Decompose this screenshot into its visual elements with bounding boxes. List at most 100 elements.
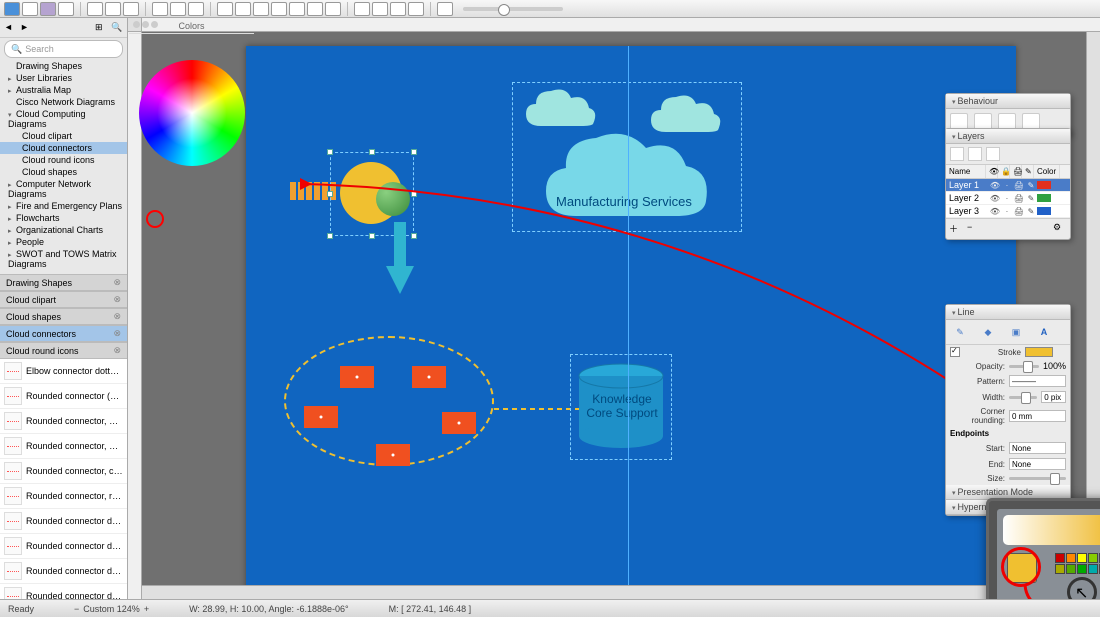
pattern-dropdown[interactable]: ——— bbox=[1009, 375, 1066, 387]
tool-btn[interactable] bbox=[390, 2, 406, 16]
stroke-color-swatch[interactable] bbox=[1025, 347, 1053, 357]
lib-header[interactable]: Drawing Shapes⊗ bbox=[0, 274, 127, 291]
zoom-out-icon[interactable]: − bbox=[74, 604, 79, 614]
width-slider[interactable] bbox=[1009, 396, 1037, 399]
shape-item[interactable]: Rounded connector dotted ... bbox=[0, 584, 127, 599]
tool-btn[interactable] bbox=[271, 2, 287, 16]
tree-item[interactable]: Flowcharts bbox=[0, 212, 127, 224]
start-dropdown[interactable]: None bbox=[1009, 442, 1066, 454]
grid-icon[interactable]: ⊞ bbox=[95, 22, 107, 34]
layer-row[interactable]: Layer 1👁·🖨✎ bbox=[946, 179, 1070, 192]
tool-btn[interactable] bbox=[87, 2, 103, 16]
add-layer-icon[interactable]: ＋ bbox=[949, 222, 963, 236]
process-node[interactable] bbox=[340, 366, 374, 388]
shape-item[interactable]: Rounded connector, circle ends bbox=[0, 459, 127, 484]
tree-item[interactable]: Cloud clipart bbox=[0, 130, 127, 142]
process-node[interactable] bbox=[304, 406, 338, 428]
width-value[interactable]: 0 pix bbox=[1041, 391, 1066, 403]
tool-btn[interactable] bbox=[217, 2, 233, 16]
layer-row[interactable]: Layer 2👁·🖨✎ bbox=[946, 192, 1070, 205]
remove-layer-icon[interactable]: − bbox=[967, 222, 981, 236]
library-tree[interactable]: Drawing ShapesUser LibrariesAustralia Ma… bbox=[0, 60, 127, 270]
zoom-slider[interactable] bbox=[463, 7, 563, 11]
layers-panel[interactable]: Layers Name 👁🔒🖨✎ Color Layer 1👁·🖨✎Layer … bbox=[945, 128, 1071, 240]
tree-item[interactable]: Drawing Shapes bbox=[0, 60, 127, 72]
layer-tool-icon[interactable] bbox=[950, 147, 964, 161]
tool-btn[interactable] bbox=[123, 2, 139, 16]
zoom-swatches[interactable] bbox=[1055, 553, 1100, 574]
tree-item[interactable]: Cloud connectors bbox=[0, 142, 127, 154]
line-panel[interactable]: Line ✎ ◆ ▣ A Stroke Opacity: 100% Patter… bbox=[945, 304, 1071, 516]
fill-tab-icon[interactable]: ◆ bbox=[978, 324, 998, 340]
tool-btn[interactable] bbox=[253, 2, 269, 16]
tree-item[interactable]: Cisco Network Diagrams bbox=[0, 96, 127, 108]
end-dropdown[interactable]: None bbox=[1009, 458, 1066, 470]
shape-item[interactable]: Rounded connector, one-way bbox=[0, 434, 127, 459]
menu-icon[interactable]: ⚙ bbox=[1053, 222, 1067, 236]
lib-header[interactable]: Cloud shapes⊗ bbox=[0, 308, 127, 325]
layer-tool-icon[interactable] bbox=[968, 147, 982, 161]
zoom-in-icon[interactable]: + bbox=[144, 604, 149, 614]
shape-item[interactable]: Rounded connector, ring ends bbox=[0, 484, 127, 509]
shape-item[interactable]: Rounded connector (with ... bbox=[0, 384, 127, 409]
tool-btn[interactable] bbox=[152, 2, 168, 16]
ruler-horizontal[interactable] bbox=[142, 18, 1100, 32]
tree-item[interactable]: SWOT and TOWS Matrix Diagrams bbox=[0, 248, 127, 270]
shape-item[interactable]: Rounded connector dotte ... bbox=[0, 559, 127, 584]
behaviour-header[interactable]: Behaviour bbox=[946, 94, 1070, 109]
tree-item[interactable]: Cloud Computing Diagrams bbox=[0, 108, 127, 130]
layer-row[interactable]: Layer 3👁·🖨✎ bbox=[946, 205, 1070, 218]
tree-item[interactable]: Computer Network Diagrams bbox=[0, 178, 127, 200]
opacity-slider[interactable] bbox=[1009, 365, 1039, 368]
cloud-large[interactable] bbox=[536, 126, 716, 226]
zoom-label[interactable]: Custom 124% bbox=[83, 604, 140, 614]
back-icon[interactable]: ◄ bbox=[4, 22, 16, 34]
color-wheel[interactable] bbox=[139, 60, 245, 166]
layer-tool-icon[interactable] bbox=[986, 147, 1000, 161]
shape-item[interactable]: Rounded connector, bidir ... bbox=[0, 409, 127, 434]
line-tab-icon[interactable]: ✎ bbox=[950, 324, 970, 340]
tool-btn[interactable] bbox=[289, 2, 305, 16]
tree-item[interactable]: Fire and Emergency Plans bbox=[0, 200, 127, 212]
tool-btn[interactable] bbox=[170, 2, 186, 16]
lib-header[interactable]: Cloud connectors⊗ bbox=[0, 325, 127, 342]
big-arrow-down[interactable] bbox=[386, 222, 414, 294]
tool-btn[interactable] bbox=[325, 2, 341, 16]
zoom-in-icon[interactable] bbox=[372, 2, 388, 16]
lib-header[interactable]: Cloud round icons⊗ bbox=[0, 342, 127, 359]
tool-btn[interactable] bbox=[22, 2, 38, 16]
shape-item[interactable]: Rounded connector dotted ... bbox=[0, 509, 127, 534]
tree-item[interactable]: Cloud shapes bbox=[0, 166, 127, 178]
stroke-checkbox[interactable] bbox=[950, 347, 960, 357]
shapes-list[interactable]: Elbow connector dotted, ...Rounded conne… bbox=[0, 359, 127, 599]
zoom-out-icon[interactable] bbox=[354, 2, 370, 16]
tree-item[interactable]: Cloud round icons bbox=[0, 154, 127, 166]
search-input[interactable]: Search bbox=[4, 40, 123, 58]
zoom-lightness-bar[interactable] bbox=[1003, 515, 1100, 545]
size-slider[interactable] bbox=[1009, 477, 1066, 480]
tool-btn[interactable] bbox=[188, 2, 204, 16]
tool-btn[interactable] bbox=[40, 2, 56, 16]
tree-item[interactable]: People bbox=[0, 236, 127, 248]
drawing-page[interactable]: Manufacturing Services bbox=[246, 46, 1016, 599]
guide-line[interactable] bbox=[628, 46, 629, 599]
lib-header[interactable]: Cloud clipart⊗ bbox=[0, 291, 127, 308]
text-tab-icon[interactable]: A bbox=[1034, 324, 1054, 340]
tree-item[interactable]: Australia Map bbox=[0, 84, 127, 96]
search-mode-icon[interactable]: 🔍 bbox=[111, 22, 123, 34]
tool-btn[interactable] bbox=[235, 2, 251, 16]
line-header[interactable]: Line bbox=[946, 305, 1070, 320]
tree-item[interactable]: Organizational Charts bbox=[0, 224, 127, 236]
shadow-tab-icon[interactable]: ▣ bbox=[1006, 324, 1026, 340]
tool-btn[interactable] bbox=[408, 2, 424, 16]
corner-value[interactable]: 0 mm bbox=[1009, 410, 1066, 422]
zoom-icon[interactable] bbox=[437, 2, 453, 16]
tree-item[interactable]: User Libraries bbox=[0, 72, 127, 84]
process-node[interactable] bbox=[376, 444, 410, 466]
tool-btn[interactable] bbox=[307, 2, 323, 16]
tool-btn[interactable] bbox=[58, 2, 74, 16]
shape-item[interactable]: Rounded connector dotted, ... bbox=[0, 534, 127, 559]
process-node[interactable] bbox=[442, 412, 476, 434]
shape-item[interactable]: Elbow connector dotted, ... bbox=[0, 359, 127, 384]
fwd-icon[interactable]: ► bbox=[20, 22, 32, 34]
